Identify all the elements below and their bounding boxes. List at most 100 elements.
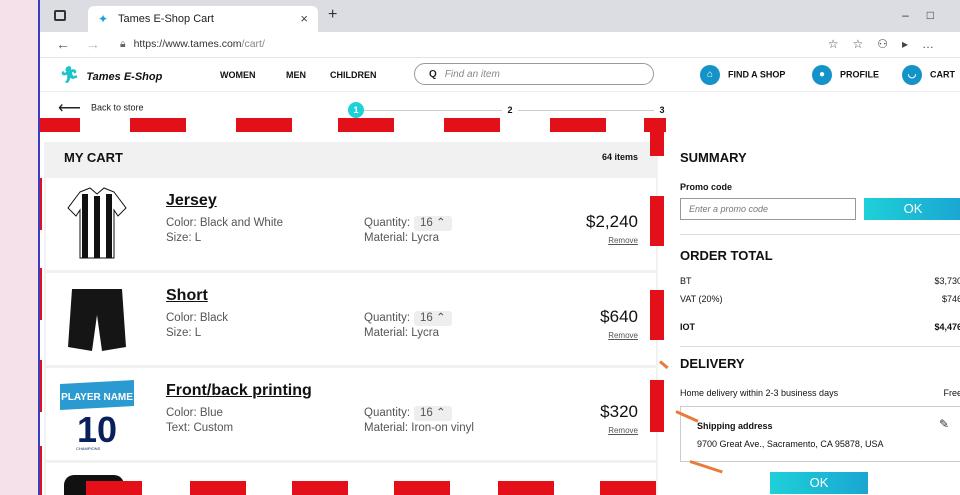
site-header: 🏃︎ Tames E-Shop WOMEN MEN CHILDREN Q Find …	[40, 58, 960, 92]
item-quantity: Quantity: 16 ⌃ Material: Lycra	[364, 311, 452, 341]
highlight-dash	[236, 118, 292, 132]
nav-women[interactable]: WOMEN	[220, 70, 256, 80]
profile-label: PROFILE	[840, 69, 880, 80]
window-controls[interactable]: –□	[902, 8, 952, 22]
step-3[interactable]: 3	[654, 102, 670, 118]
summary-title: SUMMARY	[680, 150, 747, 165]
url-path: /cart/	[241, 38, 265, 50]
shipping-address: 9700 Great Ave., Sacramento, CA 95878, U…	[697, 439, 884, 449]
cart-item-short: Short Color: Black Size: L Quantity: 16 ⌃ M…	[46, 273, 656, 365]
quantity-label: Quantity:	[364, 407, 411, 419]
search-input[interactable]: Q Find an item	[414, 63, 654, 85]
shipping-address-card[interactable]: Shipping address 9700 Great Ave., Sacram…	[680, 406, 960, 462]
quantity-stepper[interactable]: 16 ⌃	[414, 216, 452, 231]
find-shop-link[interactable]: ⌂ FIND A SHOP	[700, 65, 785, 85]
shipping-title: Shipping address	[697, 421, 773, 431]
vat-label: VAT (20%)	[680, 294, 723, 304]
back-label: Back to store	[90, 102, 144, 113]
highlight-dash	[130, 118, 186, 132]
highlight-dash	[650, 290, 664, 340]
item-details: Color: Blue Text: Custom	[166, 406, 233, 436]
quantity-stepper[interactable]: 16 ⌃	[414, 406, 452, 421]
print-tag: CHAMPIONS	[76, 446, 101, 451]
edit-pencil-icon[interactable]: ✎	[939, 417, 949, 431]
nav-children[interactable]: CHILDREN	[330, 70, 377, 80]
promo-code-input[interactable]: Enter a promo code	[680, 198, 856, 220]
tab-actions-icon[interactable]	[54, 10, 66, 21]
item-quantity: Quantity: 16 ⌃ Material: Iron-on vinyl	[364, 406, 474, 436]
item-details: Color: Black and White Size: L	[166, 216, 283, 246]
address-bar: ← → 🔒︎ https://www.tames.com/cart/ ☆☆⚇▸…	[40, 32, 960, 58]
remove-link[interactable]: Remove	[608, 331, 638, 340]
print-number: 10	[77, 409, 117, 450]
close-tab-icon[interactable]: ×	[300, 11, 308, 26]
lock-icon: 🔒︎	[120, 38, 126, 50]
highlight-dash	[498, 481, 554, 495]
delivery-title: DELIVERY	[680, 356, 745, 371]
item-details: Color: Black Size: L	[166, 311, 228, 341]
step-1[interactable]: 1	[348, 102, 364, 118]
search-placeholder: Find an item	[444, 69, 500, 80]
ok-button[interactable]: OK	[770, 472, 868, 494]
highlight-dash	[40, 446, 42, 495]
highlight-dash	[190, 481, 246, 495]
browser-window: ✦ Tames E-Shop Cart × + –□ ← → 🔒︎ https:/…	[38, 0, 960, 495]
annotation-stroke	[659, 360, 669, 370]
nav-men[interactable]: MEN	[286, 70, 306, 80]
cart-icon: ◡	[902, 65, 922, 85]
url-field[interactable]: 🔒︎ https://www.tames.com/cart/	[120, 38, 265, 51]
vat-value: $746	[941, 294, 960, 304]
cart-header: MY CART 64 items	[44, 142, 658, 174]
delivery-cost: Free	[943, 388, 960, 398]
quantity-label: Quantity:	[364, 217, 411, 229]
item-name[interactable]: Front/back printing	[166, 382, 312, 400]
divider	[680, 234, 960, 235]
highlight-dash	[40, 178, 42, 230]
remove-link[interactable]: Remove	[608, 426, 638, 435]
url-host: https://www.tames.com	[133, 38, 242, 50]
highlight-dash	[338, 118, 394, 132]
browser-toolbar-icons[interactable]: ☆☆⚇▸…	[828, 37, 948, 51]
cart-link[interactable]: ◡ CART	[902, 65, 955, 85]
promo-label: Promo code	[680, 182, 733, 192]
logo-text: Tames E-Shop	[86, 71, 163, 83]
quantity-value: 16	[420, 217, 433, 229]
tab-bar: ✦ Tames E-Shop Cart × + –□	[40, 0, 960, 32]
find-shop-label: FIND A SHOP	[728, 69, 786, 80]
order-total-title: ORDER TOTAL	[680, 248, 773, 263]
highlight-dash	[650, 380, 664, 432]
promo-ok-button[interactable]: OK	[864, 198, 960, 220]
new-tab-icon[interactable]: +	[328, 6, 337, 24]
search-icon: Q	[429, 69, 437, 80]
runner-logo-icon: 🏃︎	[58, 67, 79, 84]
back-to-store-link[interactable]: ⟵ Back to store	[58, 98, 143, 118]
cart-item-jersey: Jersey Color: Black and White Size: L Qua…	[46, 178, 656, 270]
print-player-name: PLAYER NAME	[61, 392, 133, 403]
item-price: $640	[600, 307, 638, 326]
divider	[680, 346, 960, 347]
site-logo[interactable]: 🏃︎ Tames E-Shop	[58, 65, 162, 85]
printing-image: PLAYER NAME 10 CHAMPIONS	[60, 380, 134, 451]
item-size: Size: L	[166, 327, 202, 339]
item-price: $2,240	[586, 212, 638, 231]
cart-panel: MY CART 64 items Jersey Color: Black and…	[44, 142, 658, 495]
forward-arrow-icon[interactable]: →	[86, 36, 100, 52]
cart-label: CART	[930, 69, 955, 80]
quantity-value: 16	[420, 407, 433, 419]
step-2[interactable]: 2	[502, 102, 518, 118]
remove-link[interactable]: Remove	[608, 236, 638, 245]
profile-link[interactable]: ● PROFILE	[812, 65, 879, 85]
browser-tab[interactable]: ✦ Tames E-Shop Cart ×	[88, 6, 318, 32]
item-name[interactable]: Short	[166, 287, 208, 305]
back-arrow-icon[interactable]: ←	[56, 36, 70, 52]
home-icon: ⌂	[700, 65, 720, 85]
iot-value: $4,476	[934, 322, 960, 332]
item-name[interactable]: Jersey	[166, 192, 217, 210]
item-material: Material: Iron-on vinyl	[364, 422, 474, 434]
bt-value: $3,730	[934, 276, 960, 286]
promo-placeholder: Enter a promo code	[689, 204, 769, 214]
quantity-stepper[interactable]: 16 ⌃	[414, 311, 452, 326]
delivery-text: Home delivery within 2-3 business days	[680, 388, 839, 398]
item-material: Material: Lycra	[364, 327, 439, 339]
highlight-dash	[644, 118, 666, 132]
